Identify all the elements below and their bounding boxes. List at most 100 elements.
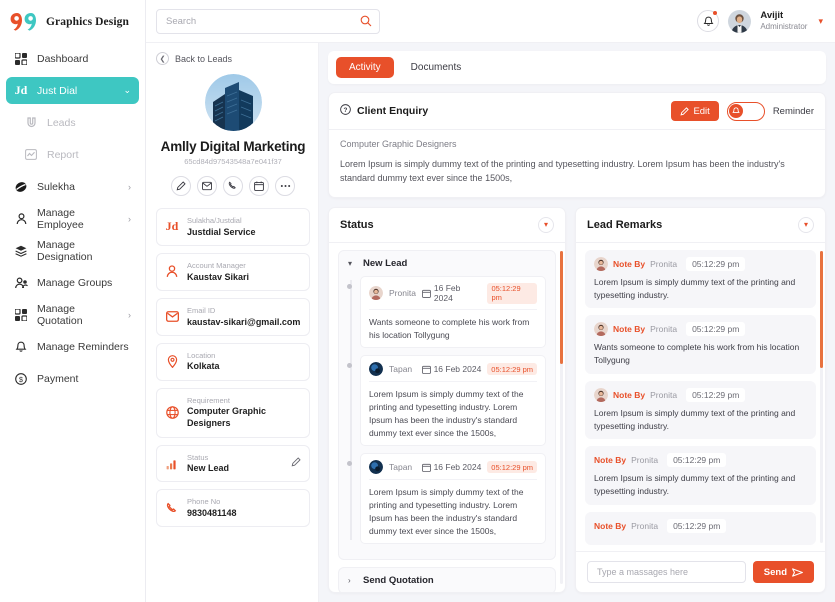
back-to-leads-label: Back to Leads <box>175 54 232 64</box>
tab-activity[interactable]: Activity <box>336 57 394 78</box>
chevron-left-icon: ❮ <box>156 52 169 65</box>
timeline-time: 05:12:29 pm <box>487 461 537 473</box>
timeline-date: 16 Feb 2024 <box>422 283 482 303</box>
bell-icon <box>732 107 740 115</box>
envelope-icon <box>165 310 179 324</box>
email-button[interactable] <box>197 176 217 196</box>
timeline: Pronita 16 Feb 2024 05:12:29 pm <box>348 276 546 545</box>
info-card-label: Status <box>187 453 229 463</box>
more-options-button[interactable] <box>275 176 295 196</box>
timeline-author: Pronita <box>389 288 416 298</box>
chart-line-icon <box>24 148 38 162</box>
user-role: Administrator <box>760 22 807 32</box>
sidebar-nav: Dashboard Jd Just Dial ⌄ Leads Report <box>0 45 145 392</box>
info-card-phone: Phone No 9830481148 <box>156 489 310 527</box>
sidebar-item-dashboard[interactable]: Dashboard <box>6 45 139 72</box>
remark-item: Note By Pronita 05:12:29 pm Lorem Ipsum … <box>585 381 816 440</box>
timeline-item: Tapan 16 Feb 2024 05:12:29 pm <box>360 453 546 544</box>
accordion-header[interactable]: › Send Quotation <box>339 568 555 592</box>
chevron-down-icon[interactable]: ▾ <box>818 16 823 27</box>
dollar-icon: $ <box>14 372 28 386</box>
remark-author: Pronita <box>631 455 658 465</box>
sidebar-item-report[interactable]: Report <box>6 141 139 168</box>
chevron-right-icon: › <box>128 214 131 224</box>
sidebar-item-label: Manage Employee <box>37 207 119 231</box>
scrollbar-thumb[interactable] <box>560 251 563 364</box>
accordion-header[interactable]: ▾ New Lead <box>339 251 555 276</box>
avatar[interactable] <box>728 10 751 33</box>
send-button[interactable]: Send <box>753 561 814 583</box>
sidebar-item-label: Manage Quotation <box>37 303 119 327</box>
scrollbar-track[interactable] <box>560 251 563 584</box>
sidebar-item-label: Just Dial <box>37 85 77 97</box>
user-info[interactable]: Avijit Administrator <box>760 10 807 32</box>
remark-note-by-label: Note By <box>613 390 645 400</box>
edit-button[interactable]: Edit <box>671 101 718 121</box>
info-card-email: Email ID kaustav-sikari@gmail.com <box>156 298 310 336</box>
timeline-author: Tapan <box>389 462 412 472</box>
schedule-button[interactable] <box>249 176 269 196</box>
info-card-label: Sulakha/Justdial <box>187 216 256 226</box>
call-button[interactable] <box>223 176 243 196</box>
client-enquiry-header: ? Client Enquiry Edit <box>329 93 825 130</box>
info-card-value: Computer Graphic Designers <box>187 405 301 429</box>
remarks-collapse-button[interactable]: ▾ <box>798 217 814 233</box>
client-enquiry-subtitle: Computer Graphic Designers <box>340 139 814 149</box>
sidebar-item-manage-designation[interactable]: Manage Designation <box>6 237 139 264</box>
sidebar-item-manage-employee[interactable]: Manage Employee › <box>6 205 139 232</box>
bar-chart-icon <box>165 457 179 471</box>
bell-icon <box>703 16 714 27</box>
sidebar-item-manage-groups[interactable]: Manage Groups <box>6 269 139 296</box>
tab-documents[interactable]: Documents <box>398 57 475 78</box>
status-panel-title: Status <box>340 219 374 231</box>
globe-icon <box>165 406 179 420</box>
remark-author: Pronita <box>650 390 677 400</box>
user-icon <box>14 212 28 226</box>
search-icon[interactable] <box>360 15 372 30</box>
search-input[interactable] <box>156 9 380 34</box>
send-button-label: Send <box>764 567 787 578</box>
accordion-title: Send Quotation <box>363 575 434 586</box>
lead-remarks-scroll[interactable]: Note By Pronita 05:12:29 pm Lorem Ipsum … <box>576 243 825 551</box>
back-to-leads-button[interactable]: ❮ Back to Leads <box>156 52 310 65</box>
edit-profile-button[interactable] <box>171 176 191 196</box>
sidebar-item-just-dial[interactable]: Jd Just Dial ⌄ <box>6 77 139 104</box>
app-logo[interactable]: Graphics Design <box>0 0 145 45</box>
timeline-dot <box>347 284 352 289</box>
chevron-down-icon: ⌄ <box>123 85 131 96</box>
sidebar-item-payment[interactable]: $ Payment <box>6 365 139 392</box>
info-card-value: Kaustav Sikari <box>187 271 249 283</box>
sidebar-item-sulekha[interactable]: Sulekha › <box>6 173 139 200</box>
timeline-text: Wants someone to complete his work from … <box>369 310 537 342</box>
chevron-down-icon: ▾ <box>348 259 356 268</box>
lead-remarks-panel: Lead Remarks ▾ Note By Pronita <box>575 207 826 593</box>
sidebar-item-manage-reminders[interactable]: Manage Reminders <box>6 333 139 360</box>
accordion-new-lead: ▾ New Lead <box>338 250 556 561</box>
remark-note-by-label: Note By <box>613 259 645 269</box>
remark-item: Note By Pronita 05:12:29 pm <box>585 512 816 545</box>
sidebar-item-label: Manage Reminders <box>37 341 129 353</box>
info-card-label: Location <box>187 351 220 361</box>
reminder-toggle[interactable] <box>727 102 765 121</box>
avatar <box>594 322 608 336</box>
sidebar-item-leads[interactable]: Leads <box>6 109 139 136</box>
edit-status-button[interactable] <box>291 457 301 470</box>
panels-row: Status ▾ ▾ New Lead <box>328 207 826 602</box>
sidebar-item-manage-quotation[interactable]: Manage Quotation › <box>6 301 139 328</box>
phone-icon <box>228 181 238 191</box>
status-panel-scroll[interactable]: ▾ New Lead <box>329 243 565 592</box>
company-id: 65cd84d97543548a7e041f37 <box>156 157 310 166</box>
accordion-send-quotation[interactable]: › Send Quotation <box>338 567 556 592</box>
info-card-account-manager: Account Manager Kaustav Sikari <box>156 253 310 291</box>
message-input[interactable] <box>587 561 746 583</box>
timeline-time: 05:12:29 pm <box>487 283 537 304</box>
notification-button[interactable] <box>697 10 719 32</box>
scrollbar-thumb[interactable] <box>820 251 823 368</box>
pencil-icon <box>291 457 301 467</box>
logo-text: Graphics Design <box>46 16 129 28</box>
scrollbar-track[interactable] <box>820 251 823 543</box>
info-card-location: Location Kolkata <box>156 343 310 381</box>
status-collapse-button[interactable]: ▾ <box>538 217 554 233</box>
question-circle-icon: ? <box>340 104 351 118</box>
edit-button-label: Edit <box>693 106 709 117</box>
